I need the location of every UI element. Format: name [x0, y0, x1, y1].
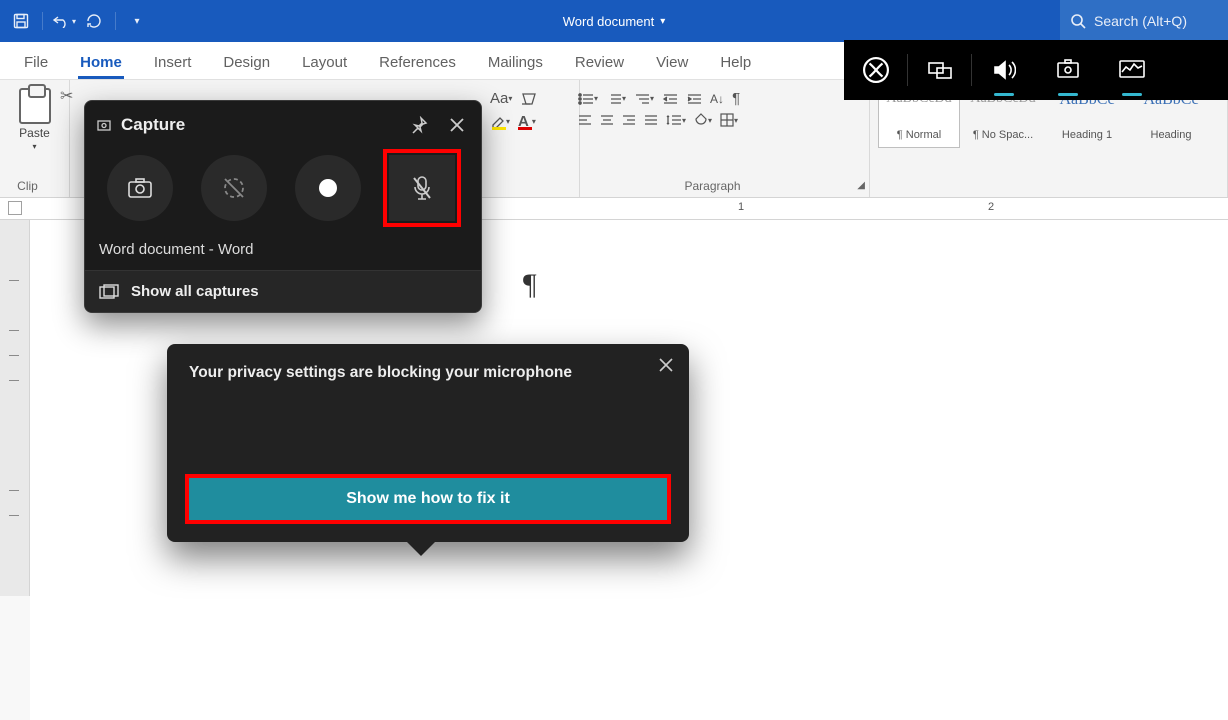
capture-widget: Capture Word document - Word Show all ca… [84, 100, 482, 313]
record-button[interactable] [295, 155, 361, 221]
tab-review[interactable]: Review [573, 54, 626, 79]
privacy-message: Your privacy settings are blocking your … [189, 364, 667, 382]
shading-icon[interactable]: ▾ [694, 113, 712, 127]
decrease-indent-icon[interactable] [662, 92, 678, 106]
gamebar-dock [844, 40, 1228, 100]
align-right-icon[interactable] [622, 114, 636, 126]
mic-button[interactable] [389, 155, 455, 221]
show-all-captures-button[interactable]: Show all captures [85, 270, 481, 312]
justify-icon[interactable] [644, 114, 658, 126]
tab-references[interactable]: References [377, 54, 458, 79]
align-center-icon[interactable] [600, 114, 614, 126]
highlight-icon[interactable]: ▾ [490, 113, 510, 130]
tab-mailings[interactable]: Mailings [486, 54, 545, 79]
group-label-clipboard: Clip [0, 179, 55, 193]
tab-selector-icon[interactable] [8, 201, 22, 215]
ruler-tick: 2 [988, 201, 994, 213]
screenshot-button[interactable] [107, 155, 173, 221]
qat-more-icon[interactable]: ▾ [124, 8, 150, 34]
clear-format-icon[interactable] [520, 91, 538, 107]
record-last-button[interactable] [201, 155, 267, 221]
gamebar-widgets-icon[interactable] [908, 40, 972, 100]
multilevel-icon[interactable]: ▾ [634, 92, 654, 106]
tab-insert[interactable]: Insert [152, 54, 194, 79]
cut-icon[interactable]: ✂ [60, 86, 73, 106]
ribbon-group-font-partial: Aa▾ ▾ A▾ [482, 80, 580, 197]
tab-help[interactable]: Help [718, 54, 753, 79]
gallery-icon [99, 284, 119, 300]
tab-home[interactable]: Home [78, 54, 124, 79]
paragraph-mark-icon: ¶ [523, 268, 537, 302]
font-color-icon[interactable]: A▾ [518, 113, 536, 130]
close-icon[interactable] [443, 111, 471, 139]
tab-view[interactable]: View [654, 54, 690, 79]
gamebar-xbox-icon[interactable] [844, 40, 908, 100]
document-title[interactable]: Word document▾ [563, 14, 666, 29]
search-box[interactable] [1060, 0, 1228, 42]
gamebar-audio-icon[interactable] [972, 40, 1036, 100]
increase-indent-icon[interactable] [686, 92, 702, 106]
borders-icon[interactable]: ▾ [720, 113, 738, 127]
fix-it-button[interactable]: Show me how to fix it [189, 478, 667, 520]
clipboard-icon [19, 88, 51, 124]
gamebar-capture-icon[interactable] [1036, 40, 1100, 100]
capture-app-icon [97, 118, 111, 132]
line-spacing-icon[interactable]: ▾ [666, 113, 686, 127]
chevron-down-icon: ▾ [660, 16, 665, 27]
tab-file[interactable]: File [22, 54, 50, 79]
close-icon[interactable] [657, 356, 675, 374]
quick-access-toolbar: ▾ ▾ [0, 8, 150, 34]
redo-icon[interactable] [81, 8, 107, 34]
sort-icon[interactable]: A↓ [710, 92, 724, 106]
paragraph-launcher-icon[interactable]: ◢ [857, 180, 865, 191]
save-icon[interactable] [8, 8, 34, 34]
ribbon-group-clipboard: Paste ▾ ✂ Clip [0, 80, 70, 197]
tab-layout[interactable]: Layout [300, 54, 349, 79]
title-bar: ▾ ▾ Word document▾ [0, 0, 1228, 42]
vertical-ruler[interactable] [0, 220, 30, 596]
search-icon [1070, 13, 1086, 29]
privacy-tooltip: Your privacy settings are blocking your … [167, 344, 689, 542]
gamebar-performance-icon[interactable] [1100, 40, 1164, 100]
ruler-tick: 1 [738, 201, 744, 213]
undo-icon[interactable]: ▾ [51, 8, 77, 34]
group-label-paragraph: Paragraph [570, 179, 855, 193]
ribbon-group-paragraph: ▾ ▾ ▾ A↓ ¶ ▾ ▾ ▾ Paragraph ◢ [570, 80, 870, 197]
align-left-icon[interactable] [578, 114, 592, 126]
change-case-icon[interactable]: Aa▾ [490, 90, 512, 107]
pin-icon[interactable] [405, 111, 433, 139]
search-input[interactable] [1094, 13, 1214, 29]
tab-design[interactable]: Design [221, 54, 272, 79]
paste-button[interactable]: Paste ▾ [8, 88, 61, 151]
numbering-icon[interactable]: ▾ [606, 92, 626, 106]
capture-subtitle: Word document - Word [85, 235, 481, 270]
show-marks-icon[interactable]: ¶ [732, 90, 740, 107]
capture-title: Capture [121, 115, 395, 135]
bullets-icon[interactable]: ▾ [578, 92, 598, 106]
